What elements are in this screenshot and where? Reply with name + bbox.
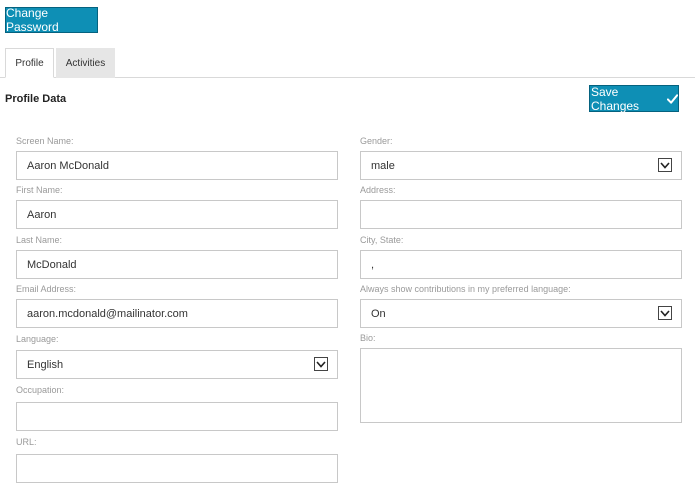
first-name-label: First Name: [16,185,63,195]
tab-profile-label: Profile [15,57,44,69]
language-value: English [27,358,64,371]
chevron-down-icon [658,306,672,320]
tab-activities-label: Activities [65,57,106,69]
url-input[interactable] [16,454,338,483]
tab-bar: Profile Activities [0,48,695,78]
preferred-language-select[interactable]: On [360,299,682,328]
last-name-label: Last Name: [16,235,63,245]
section-title: Profile Data [5,93,67,105]
email-input[interactable]: aaron.mcdonald@mailinator.com [16,299,338,328]
city-state-input[interactable]: , [360,250,682,279]
language-select[interactable]: English [16,350,338,379]
language-label: Language: [16,334,59,344]
preferred-language-label: Always show contributions in my preferre… [360,284,571,294]
chevron-down-icon [658,158,672,172]
save-changes-button[interactable]: Save Changes [589,84,679,113]
screen-name-value: Aaron McDonald [27,159,109,172]
email-label: Email Address: [16,284,77,294]
gender-value: male [371,159,395,172]
last-name-input[interactable]: McDonald [16,250,338,279]
url-label: URL: [16,437,37,447]
bio-label: Bio: [360,333,376,343]
first-name-value: Aaron [27,208,57,221]
gender-label: Gender: [360,136,393,146]
save-changes-label: Save Changes [591,84,640,113]
address-label: Address: [360,185,396,195]
chevron-down-icon [314,357,328,371]
screen-name-label: Screen Name: [16,136,74,146]
occupation-label: Occupation: [16,385,65,395]
last-name-value: McDonald [27,258,77,271]
first-name-input[interactable]: Aaron [16,200,338,229]
tab-profile[interactable]: Profile [5,48,54,78]
preferred-language-value: On [371,307,386,320]
screen-name-input[interactable]: Aaron McDonald [16,151,338,180]
gender-select[interactable]: male [360,151,682,180]
email-value: aaron.mcdonald@mailinator.com [27,307,188,320]
change-password-button[interactable]: Change Password [5,6,98,34]
bio-textarea[interactable] [360,348,682,423]
checkmark-icon [667,93,678,104]
occupation-input[interactable] [16,402,338,431]
address-input[interactable] [360,200,682,229]
change-password-label: Change Password [6,6,59,34]
city-state-label: City, State: [360,235,404,245]
city-state-value: , [371,258,375,271]
tab-activities[interactable]: Activities [56,48,115,78]
